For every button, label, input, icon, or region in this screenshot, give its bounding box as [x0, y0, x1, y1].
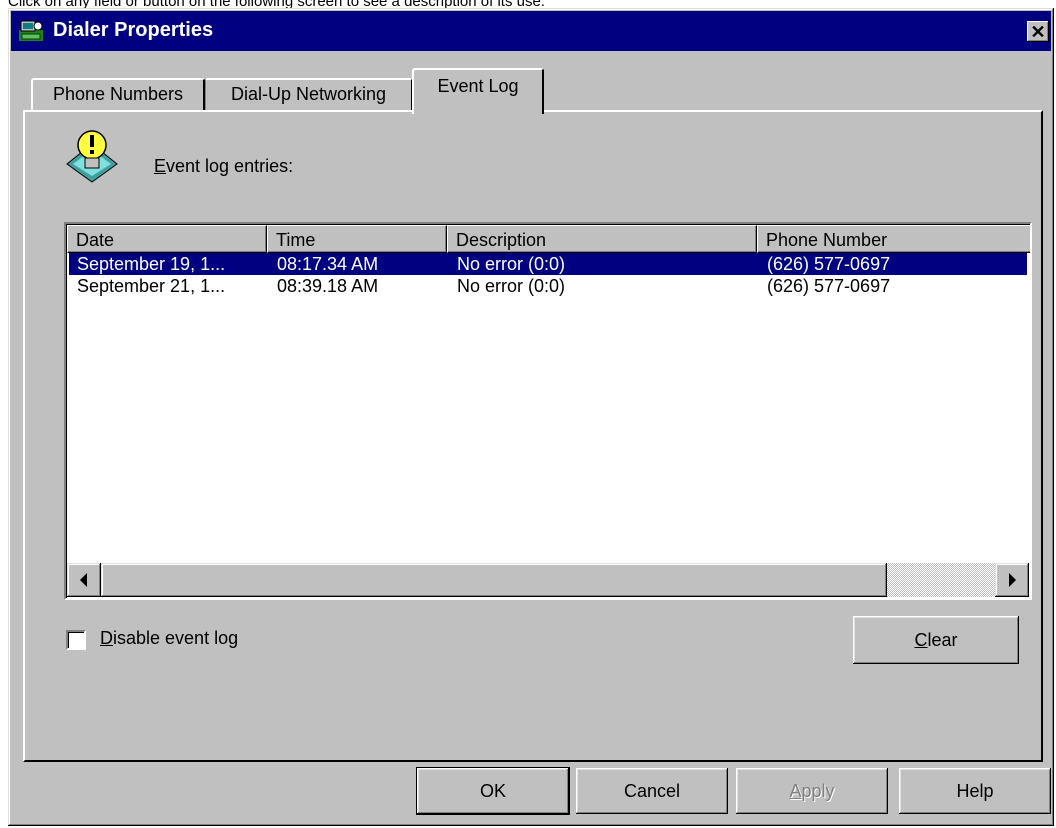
list-header: Date Time Description Phone Number	[67, 225, 1030, 253]
event-log-entries-label: Event log entries:	[154, 156, 294, 176]
cell-date: September 19, 1...	[77, 254, 226, 274]
cell-date: September 21, 1...	[77, 276, 226, 296]
ok-button-label: OK	[479, 780, 506, 801]
column-header-description[interactable]: Description	[447, 225, 757, 253]
event-log-list-inner: Date Time Description Phone Number Septe…	[66, 224, 1030, 598]
ok-button[interactable]: OK	[416, 767, 570, 815]
column-header-phone-number[interactable]: Phone Number	[757, 225, 1030, 253]
dialer-app-icon	[19, 20, 43, 41]
tab-label: Phone Numbers	[52, 83, 184, 104]
disable-event-log-label[interactable]: Disable event log	[100, 628, 238, 649]
clear-button[interactable]: Clear	[853, 616, 1019, 664]
table-row[interactable]: September 19, 1... 08:17.34 AM No error …	[69, 253, 1027, 275]
arrow-left-icon	[80, 573, 87, 587]
title-bar: Dialer Properties ✕	[11, 11, 1051, 51]
scrollbar-track[interactable]	[887, 563, 995, 597]
cell-phone: (626) 577-0697	[767, 254, 891, 274]
close-icon: ✕	[1030, 21, 1046, 42]
table-row[interactable]: September 21, 1... 08:39.18 AM No error …	[69, 275, 1027, 297]
tab-label: Dial-Up Networking	[230, 83, 387, 104]
column-header-date[interactable]: Date	[67, 225, 267, 253]
horizontal-scrollbar[interactable]	[67, 563, 1029, 597]
cancel-button-label: Cancel	[623, 780, 681, 801]
cell-phone: (626) 577-0697	[767, 276, 891, 296]
cell-time: 08:17.34 AM	[277, 254, 379, 274]
column-header-time[interactable]: Time	[267, 225, 447, 253]
scroll-left-button[interactable]	[67, 563, 101, 597]
cell-description: No error (0:0)	[457, 254, 566, 274]
tab-phone-numbers[interactable]: Phone Numbers	[31, 78, 205, 112]
help-button[interactable]: Help	[899, 768, 1051, 814]
tab-dial-up-networking[interactable]: Dial-Up Networking	[205, 78, 413, 112]
lightbulb-warning-icon	[66, 130, 118, 183]
tab-label: Event Log	[437, 75, 519, 96]
scrollbar-thumb[interactable]	[101, 563, 887, 597]
apply-button-label: Apply	[789, 780, 835, 801]
dialer-properties-window: Dialer Properties ✕ Phone Numbers Dial-U…	[8, 8, 1054, 826]
disable-event-log-checkbox[interactable]	[66, 630, 86, 650]
cell-description: No error (0:0)	[457, 276, 566, 296]
cell-time: 08:39.18 AM	[277, 276, 379, 296]
scroll-right-button[interactable]	[995, 563, 1029, 597]
clear-button-label: Clear	[914, 629, 958, 650]
event-log-list[interactable]: Date Time Description Phone Number Septe…	[64, 222, 1032, 600]
help-button-label: Help	[956, 780, 994, 801]
tab-event-log[interactable]: Event Log	[412, 68, 544, 114]
window-title: Dialer Properties	[53, 19, 214, 41]
apply-button[interactable]: Apply	[736, 768, 888, 814]
arrow-right-icon	[1009, 573, 1016, 587]
cancel-button[interactable]: Cancel	[576, 768, 728, 814]
close-button[interactable]: ✕	[1027, 21, 1049, 42]
